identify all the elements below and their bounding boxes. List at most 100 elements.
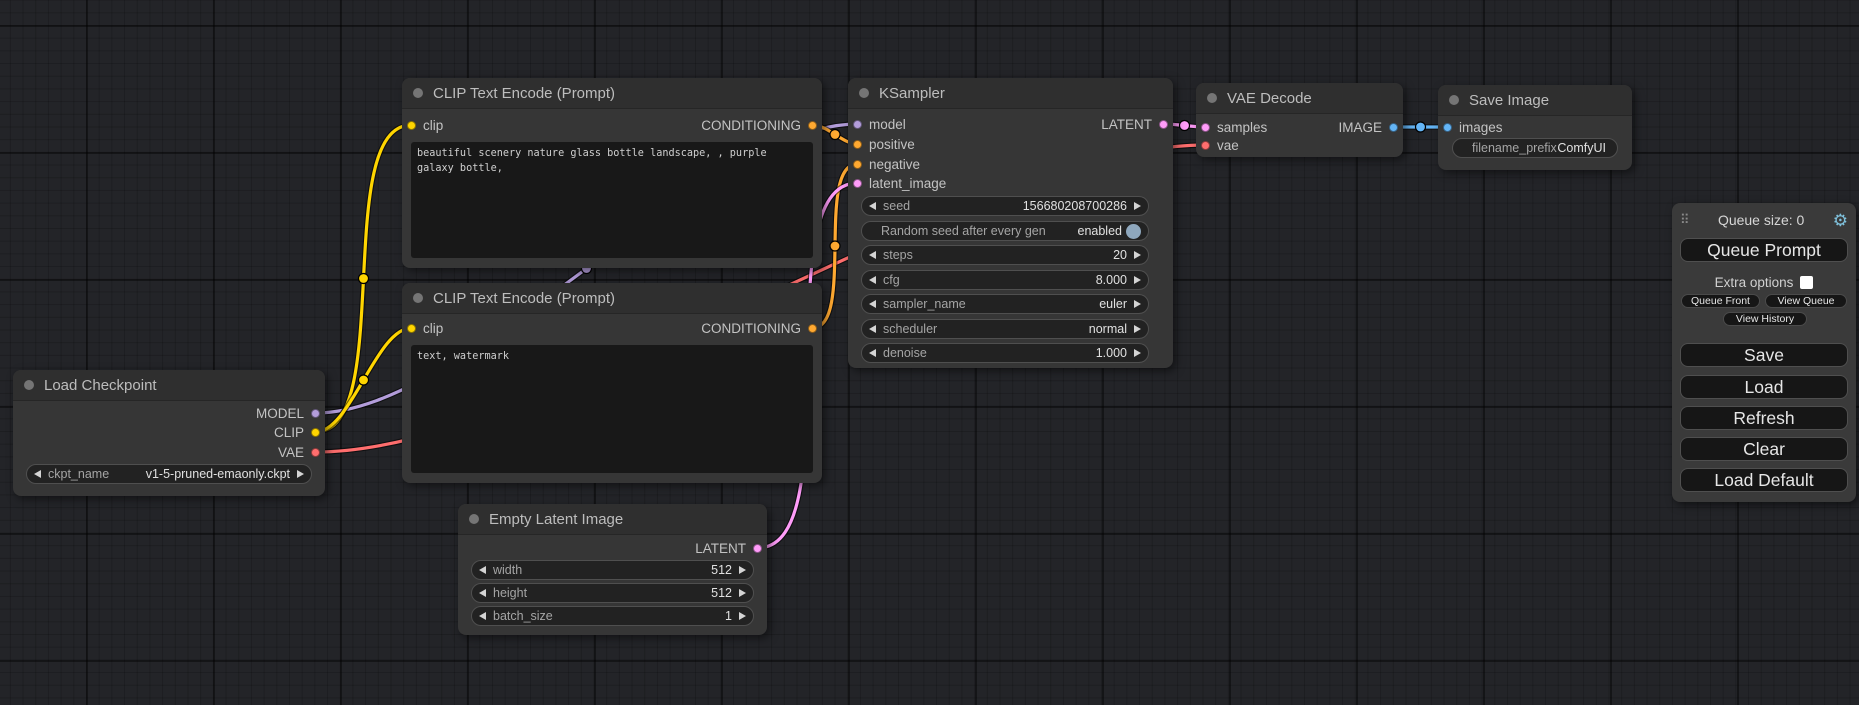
collapse-dot-icon[interactable] [413,293,423,303]
vae-input-slot[interactable] [1201,141,1210,150]
collapse-dot-icon[interactable] [413,88,423,98]
collapse-dot-icon[interactable] [1207,93,1217,103]
node-clip-text-encode-positive[interactable]: CLIP Text Encode (Prompt) clip CONDITION… [402,78,822,268]
collapse-dot-icon[interactable] [469,514,479,524]
collapse-dot-icon[interactable] [24,380,34,390]
node-title-bar: Empty Latent Image [458,504,767,535]
decrement-arrow-icon[interactable] [479,566,486,574]
node-clip-text-encode-negative[interactable]: CLIP Text Encode (Prompt) clip CONDITION… [402,283,822,483]
clip-input-slot[interactable] [407,121,416,130]
node-title-bar: KSampler [848,78,1173,109]
ckpt-name-widget[interactable]: ckpt_name v1-5-pruned-emaonly.ckpt [26,464,312,484]
queue-front-button[interactable]: Queue Front [1681,294,1760,308]
latent-output-slot[interactable] [753,544,762,553]
node-vae-decode[interactable]: VAE Decode samples vae IMAGE [1196,83,1403,157]
samples-input-slot[interactable] [1201,123,1210,132]
height-widget[interactable]: height 512 [471,583,754,603]
decrement-arrow-icon[interactable] [869,276,876,284]
filename-prefix-widget[interactable]: filename_prefix ComfyUI [1452,138,1618,158]
width-widget[interactable]: width 512 [471,560,754,580]
increment-arrow-icon[interactable] [1134,251,1141,259]
queue-prompt-button[interactable]: Queue Prompt [1680,238,1848,262]
increment-arrow-icon[interactable] [1134,202,1141,210]
toggle-circle-icon[interactable] [1126,224,1141,239]
increment-arrow-icon[interactable] [739,566,746,574]
extra-options-row: Extra options [1680,274,1848,290]
negative-prompt-textarea[interactable]: text, watermark [411,345,813,473]
output-slot-row: MODEL [256,403,320,423]
collapse-dot-icon[interactable] [1449,95,1459,105]
negative-input-slot[interactable] [853,160,862,169]
decrement-arrow-icon[interactable] [479,589,486,597]
drag-handle-icon[interactable]: ⠿ [1680,212,1690,228]
slot-label: images [1459,120,1503,135]
conditioning-output-slot[interactable] [808,324,817,333]
input-slot-row: vae [1201,135,1239,155]
decrement-arrow-icon[interactable] [479,612,486,620]
slot-label: CONDITIONING [701,321,801,336]
increment-arrow-icon[interactable] [739,589,746,597]
input-slot-row: latent_image [853,173,946,193]
increment-arrow-icon[interactable] [1134,276,1141,284]
latent-output-slot[interactable] [1159,120,1168,129]
decrement-arrow-icon[interactable] [34,470,41,478]
widget-value: 1.000 [1096,346,1127,360]
node-title: Save Image [1469,92,1549,109]
positive-input-slot[interactable] [853,140,862,149]
load-button[interactable]: Load [1680,375,1848,399]
load-default-button[interactable]: Load Default [1680,468,1848,492]
output-slot-row: CLIP [274,422,320,442]
view-history-button[interactable]: View History [1723,312,1807,326]
node-save-image[interactable]: Save Image images filename_prefix ComfyU… [1438,85,1632,170]
images-input-slot[interactable] [1443,123,1452,132]
comfyui-graph-canvas[interactable]: { "colors": { "model": "#B39DDB", "clip"… [0,0,1859,705]
steps-widget[interactable]: steps 20 [861,245,1149,265]
node-load-checkpoint[interactable]: Load Checkpoint MODEL CLIP VAE ckpt_name… [13,370,325,496]
scheduler-widget[interactable]: scheduler normal [861,319,1149,339]
random-seed-toggle-widget[interactable]: Random seed after every gen enabled [861,221,1149,241]
widget-value: euler [1099,297,1127,311]
decrement-arrow-icon[interactable] [869,300,876,308]
sampler-name-widget[interactable]: sampler_name euler [861,294,1149,314]
output-slot-row: LATENT [695,538,762,558]
view-queue-button[interactable]: View Queue [1765,294,1847,308]
decrement-arrow-icon[interactable] [869,325,876,333]
increment-arrow-icon[interactable] [1134,349,1141,357]
decrement-arrow-icon[interactable] [869,251,876,259]
positive-prompt-textarea[interactable]: beautiful scenery nature glass bottle la… [411,142,813,258]
slot-label: vae [1217,138,1239,153]
clip-input-slot[interactable] [407,324,416,333]
collapse-dot-icon[interactable] [859,88,869,98]
gear-icon[interactable]: ⚙ [1833,212,1848,229]
denoise-widget[interactable]: denoise 1.000 [861,343,1149,363]
extra-options-checkbox[interactable] [1800,276,1813,289]
cfg-widget[interactable]: cfg 8.000 [861,270,1149,290]
decrement-arrow-icon[interactable] [869,202,876,210]
increment-arrow-icon[interactable] [739,612,746,620]
node-empty-latent-image[interactable]: Empty Latent Image LATENT width 512 heig… [458,504,767,635]
decrement-arrow-icon[interactable] [869,349,876,357]
conditioning-output-slot[interactable] [808,121,817,130]
slot-label: LATENT [695,541,746,556]
input-slot-row: negative [853,154,920,174]
vae-output-slot[interactable] [311,448,320,457]
save-button[interactable]: Save [1680,343,1848,367]
model-input-slot[interactable] [853,120,862,129]
widget-name: batch_size [493,609,553,623]
node-ksampler[interactable]: KSampler model positive negative latent_… [848,78,1173,368]
image-output-slot[interactable] [1389,123,1398,132]
increment-arrow-icon[interactable] [297,470,304,478]
batch-size-widget[interactable]: batch_size 1 [471,606,754,626]
clip-output-slot[interactable] [311,428,320,437]
increment-arrow-icon[interactable] [1134,325,1141,333]
latent-image-input-slot[interactable] [853,179,862,188]
clear-button[interactable]: Clear [1680,437,1848,461]
node-title-bar: VAE Decode [1196,83,1403,114]
slot-label: MODEL [256,406,304,421]
refresh-button[interactable]: Refresh [1680,406,1848,430]
model-output-slot[interactable] [311,409,320,418]
slot-label: VAE [278,445,304,460]
seed-widget[interactable]: seed 156680208700286 [861,196,1149,216]
increment-arrow-icon[interactable] [1134,300,1141,308]
input-slot-row: clip [407,115,443,135]
